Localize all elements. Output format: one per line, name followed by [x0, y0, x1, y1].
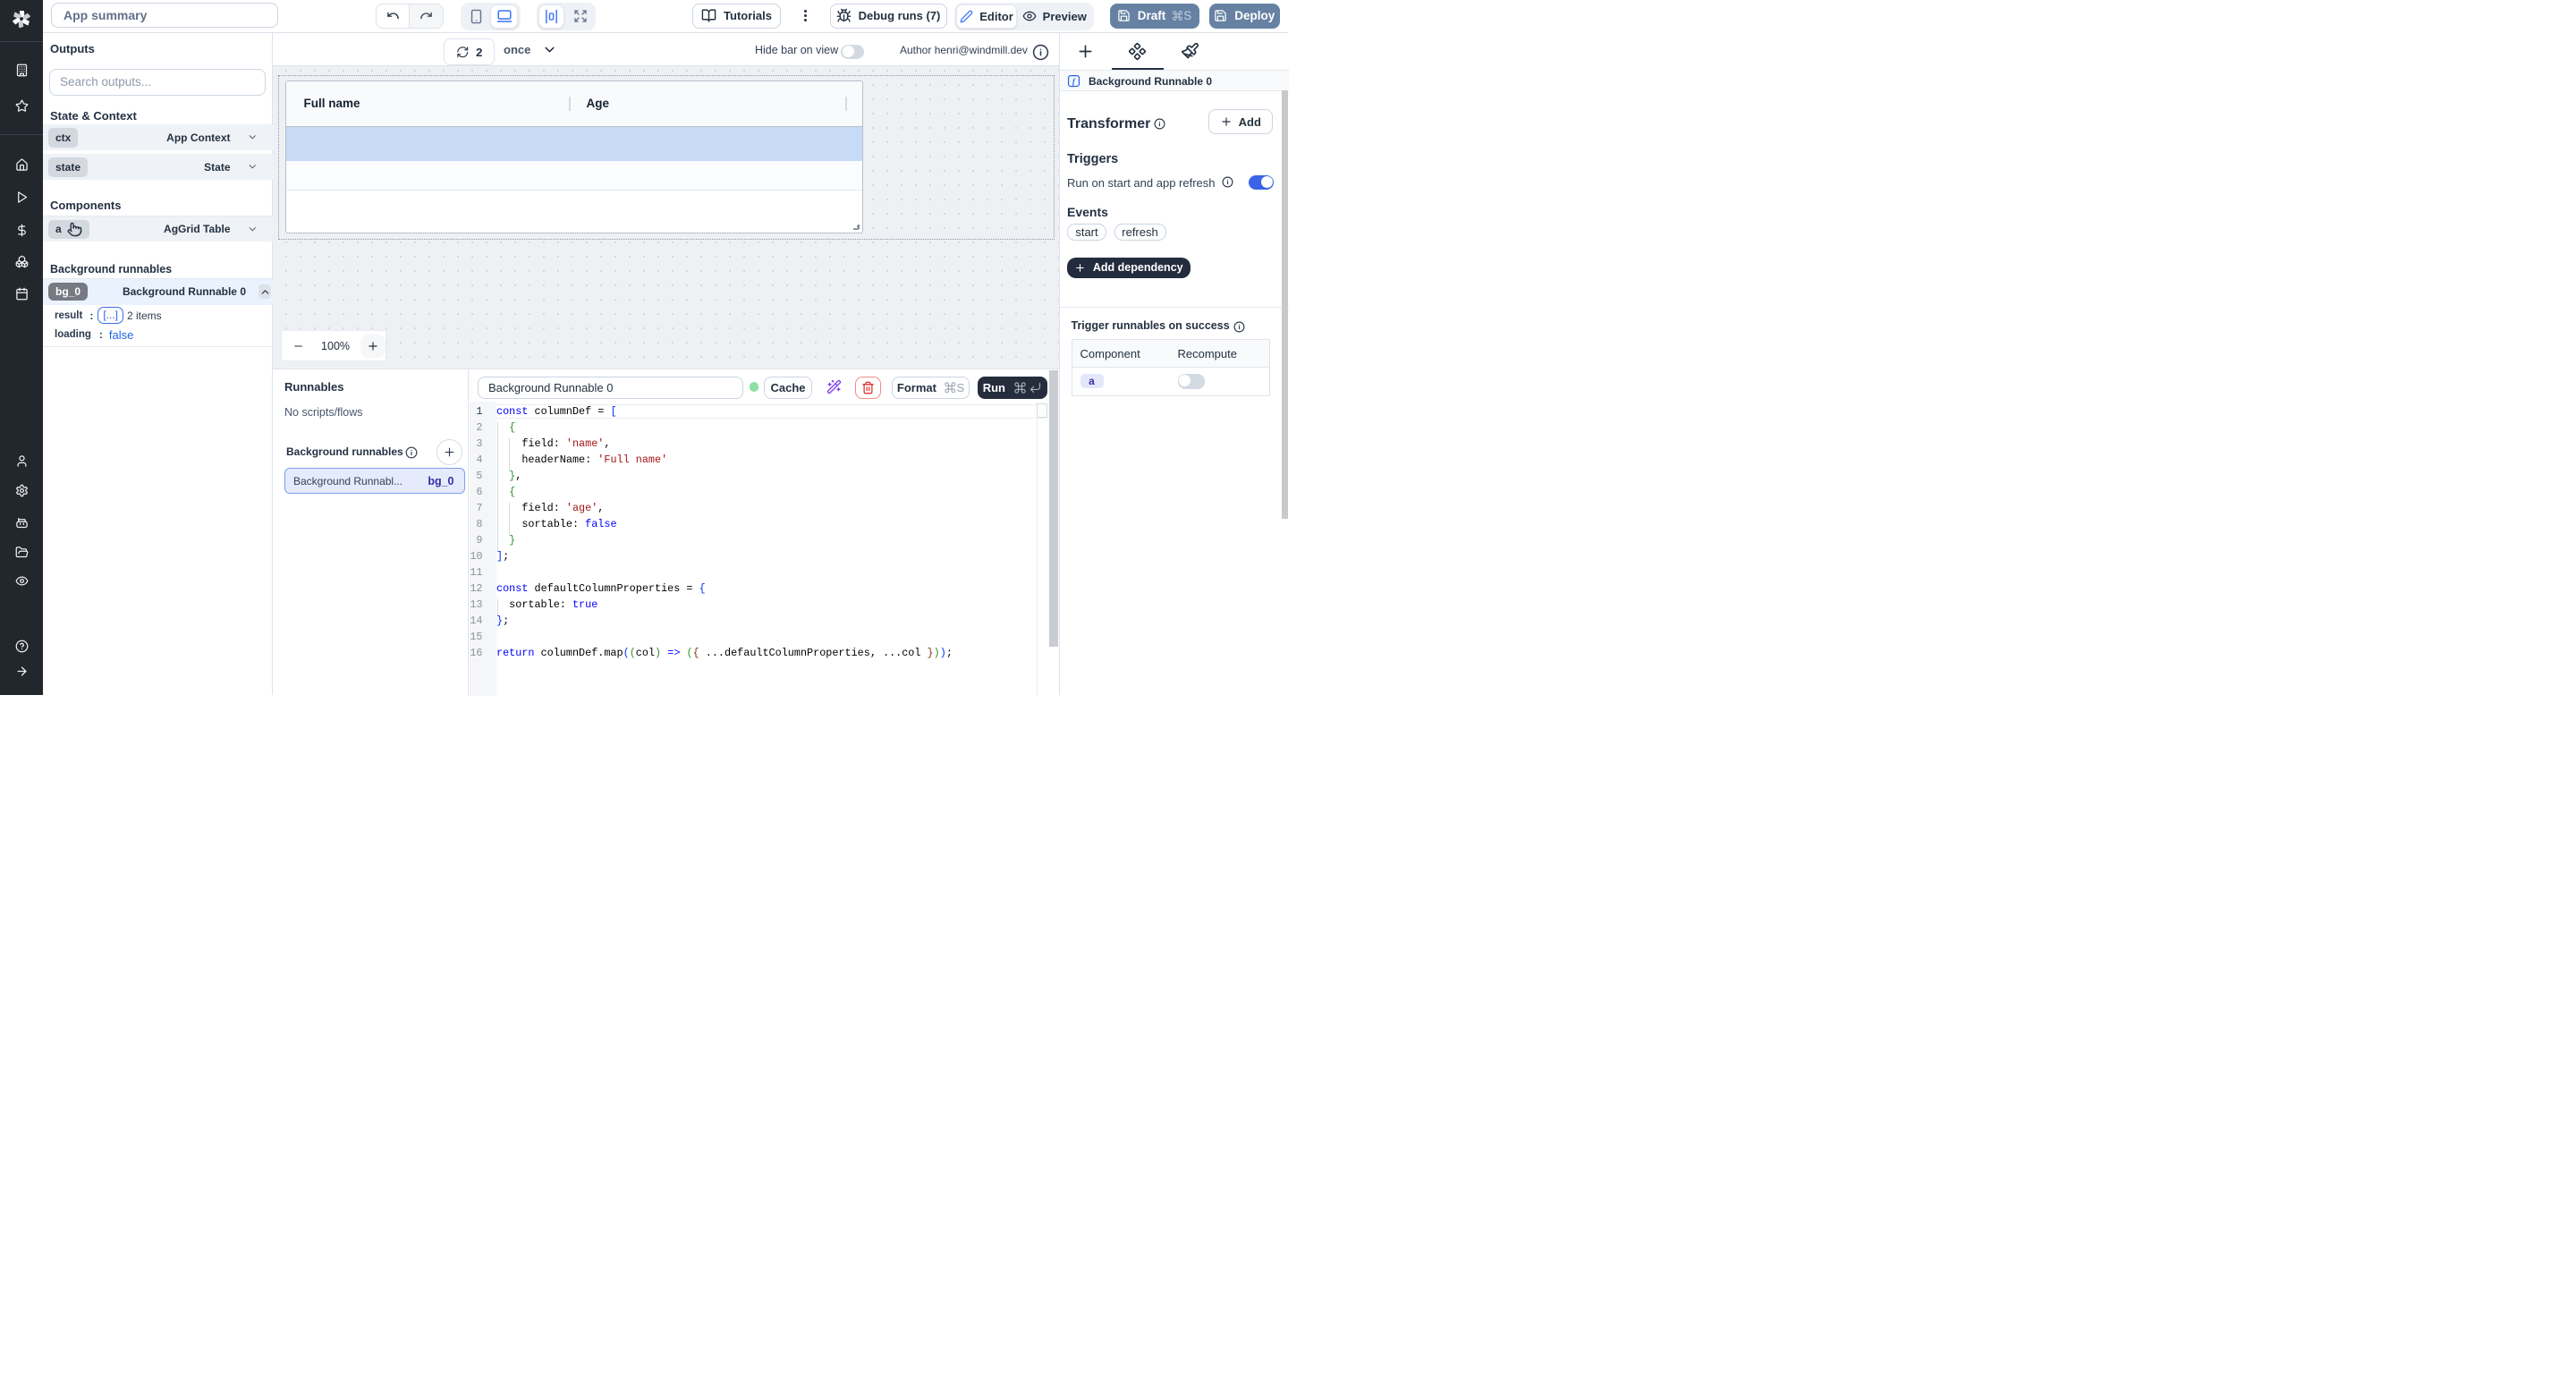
svg-text:f: f — [1072, 77, 1076, 86]
